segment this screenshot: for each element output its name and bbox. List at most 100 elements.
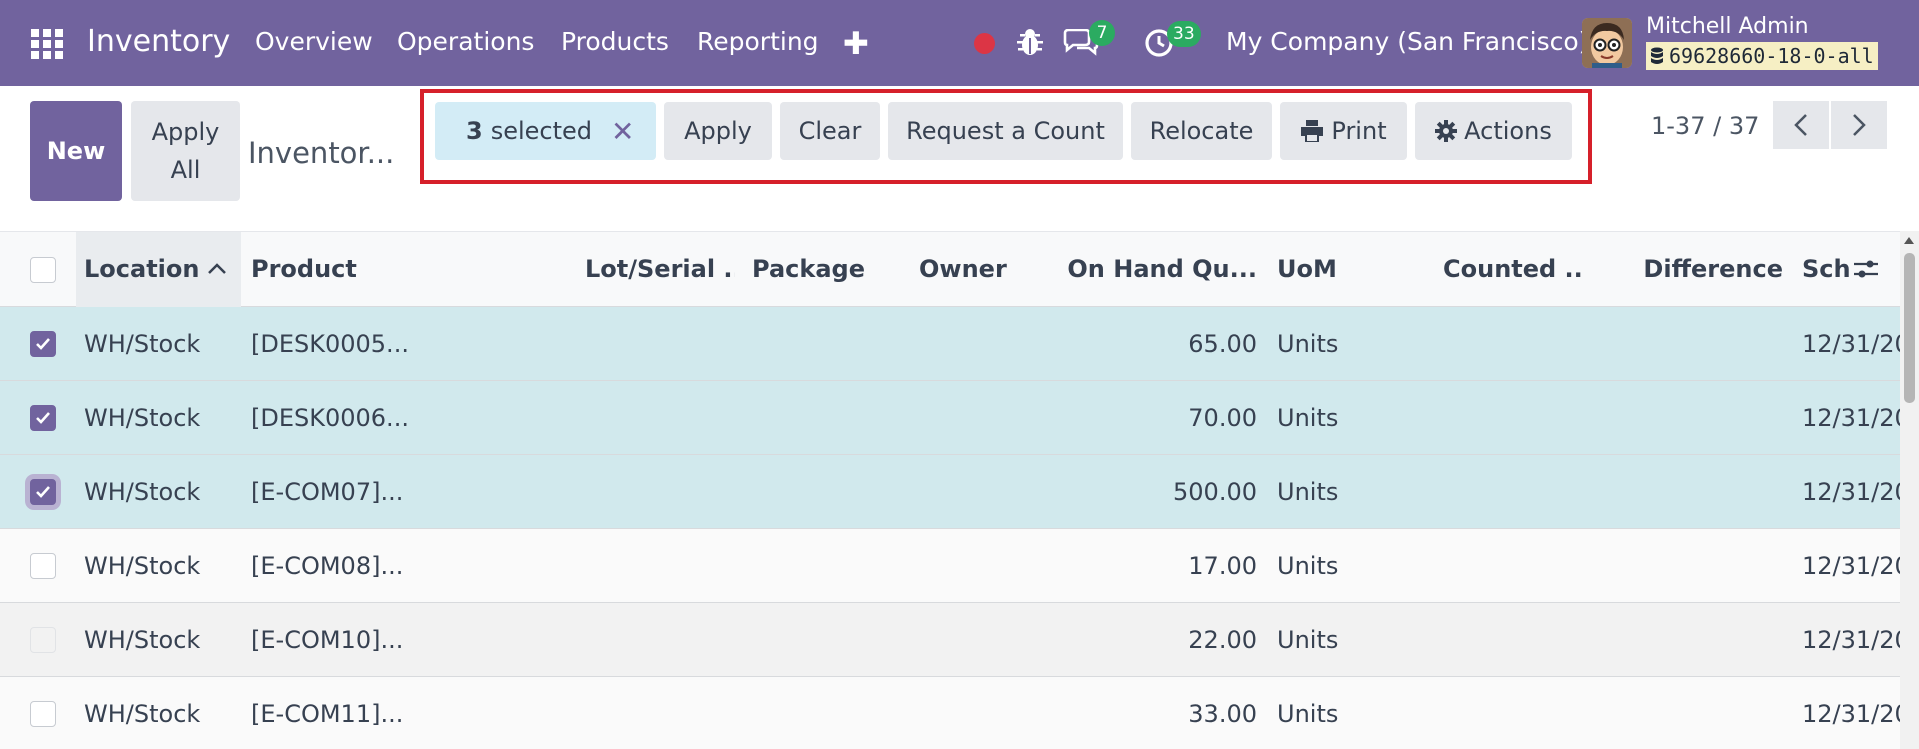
cell-location: WH/Stock — [84, 403, 201, 432]
select-all-checkbox[interactable] — [30, 257, 56, 283]
relocate-button[interactable]: Relocate — [1131, 102, 1272, 160]
printer-icon — [1301, 120, 1324, 142]
cell-scheduled: 12/31/20 — [1802, 477, 1900, 506]
column-owner[interactable]: Owner — [919, 232, 1019, 306]
column-scheduled-date[interactable]: Sch — [1802, 232, 1852, 306]
vertical-scrollbar[interactable] — [1900, 231, 1919, 749]
pager-previous-button[interactable] — [1773, 101, 1829, 149]
cell-scheduled: 12/31/20 — [1802, 699, 1900, 728]
menu-reporting[interactable]: Reporting — [697, 27, 819, 56]
cell-on-hand: 17.00 — [1188, 551, 1257, 580]
row-checkbox[interactable] — [30, 479, 56, 505]
column-on-hand-quantity[interactable]: On Hand Qu... — [1060, 232, 1257, 306]
apply-all-label-line2: All — [170, 156, 201, 184]
cell-on-hand: 70.00 — [1188, 403, 1257, 432]
app-brand[interactable]: Inventory — [87, 24, 230, 59]
column-product[interactable]: Product — [251, 232, 431, 306]
cell-scheduled: 12/31/20 — [1802, 551, 1900, 580]
cell-product: [E-COM10]... — [251, 625, 404, 654]
activities-badge[interactable]: 33 — [1167, 21, 1201, 47]
cell-location: WH/Stock — [84, 625, 201, 654]
menu-products[interactable]: Products — [561, 27, 669, 56]
cell-product: [DESK0006... — [251, 403, 409, 432]
scroll-up-arrow[interactable] — [1904, 237, 1914, 244]
table-row[interactable]: WH/Stock [DESK0006... 70.00 Units 12/31/… — [0, 381, 1900, 455]
request-count-button[interactable]: Request a Count — [888, 102, 1123, 160]
cell-location: WH/Stock — [84, 329, 201, 358]
cell-product: [DESK0005... — [251, 329, 409, 358]
company-switcher[interactable]: My Company (San Francisco) — [1226, 27, 1588, 56]
row-checkbox[interactable] — [30, 701, 56, 727]
cell-on-hand: 33.00 — [1188, 699, 1257, 728]
cell-scheduled: 12/31/20 — [1802, 329, 1900, 358]
database-tag: 69628660-18-0-all — [1646, 42, 1878, 70]
column-package[interactable]: Package — [752, 232, 872, 306]
chevron-left-icon — [1794, 114, 1807, 136]
selection-indicator: 3 selected ✕ — [435, 102, 656, 160]
pager-value[interactable]: 1-37 / 37 — [1651, 112, 1759, 140]
top-navbar: Inventory Overview Operations Products R… — [0, 0, 1919, 86]
sort-ascending-icon[interactable] — [207, 232, 231, 306]
cell-uom: Units — [1277, 699, 1339, 728]
clear-button[interactable]: Clear — [780, 102, 880, 160]
cell-location: WH/Stock — [84, 551, 201, 580]
selection-label: selected — [490, 117, 593, 145]
cell-product: [E-COM07]... — [251, 477, 404, 506]
pager-next-button[interactable] — [1831, 101, 1887, 149]
column-settings-icon[interactable] — [1852, 232, 1882, 306]
row-checkbox[interactable] — [30, 331, 56, 357]
print-label: Print — [1331, 117, 1387, 145]
apply-all-button[interactable]: Apply All — [131, 101, 240, 201]
record-icon[interactable] — [974, 33, 995, 54]
database-name: 69628660-18-0-all — [1669, 44, 1874, 68]
column-difference[interactable]: Difference — [1617, 232, 1783, 306]
apply-all-label-line1: Apply — [151, 118, 220, 146]
table-row[interactable]: WH/Stock [E-COM07]... 500.00 Units 12/31… — [0, 455, 1900, 529]
cell-scheduled: 12/31/20 — [1802, 403, 1900, 432]
print-button[interactable]: Print — [1280, 102, 1407, 160]
database-icon — [1651, 47, 1663, 64]
apps-grid-icon[interactable] — [31, 29, 63, 59]
menu-operations[interactable]: Operations — [397, 27, 534, 56]
apply-button[interactable]: Apply — [664, 102, 772, 160]
cell-uom: Units — [1277, 477, 1339, 506]
row-checkbox[interactable] — [30, 405, 56, 431]
menu-overview[interactable]: Overview — [255, 27, 373, 56]
table-row[interactable]: WH/Stock [DESK0005... 65.00 Units 12/31/… — [0, 307, 1900, 381]
cell-uom: Units — [1277, 625, 1339, 654]
actions-label: Actions — [1464, 117, 1552, 145]
table-row[interactable]: WH/Stock [E-COM08]... 17.00 Units 12/31/… — [0, 529, 1900, 603]
table-row[interactable]: WH/Stock [E-COM10]... 22.00 Units 12/31/… — [0, 603, 1900, 677]
avatar[interactable] — [1582, 18, 1632, 68]
cell-on-hand: 22.00 — [1188, 625, 1257, 654]
plus-icon[interactable]: ✚ — [843, 26, 869, 62]
row-checkbox[interactable] — [30, 553, 56, 579]
cell-on-hand: 500.00 — [1173, 477, 1257, 506]
new-button[interactable]: New — [30, 101, 122, 201]
cell-product: [E-COM11]... — [251, 699, 404, 728]
user-name[interactable]: Mitchell Admin — [1646, 14, 1809, 39]
cell-location: WH/Stock — [84, 699, 201, 728]
table-row[interactable]: WH/Stock [E-COM11]... 33.00 Units 12/31/… — [0, 677, 1900, 749]
row-checkbox[interactable] — [30, 627, 56, 653]
cell-uom: Units — [1277, 329, 1339, 358]
table-header: Location Product Lot/Serial ... Package … — [0, 231, 1900, 308]
column-uom[interactable]: UoM — [1277, 232, 1357, 306]
bug-icon[interactable] — [1017, 28, 1043, 56]
breadcrumb: Inventor... — [248, 136, 395, 170]
close-icon[interactable]: ✕ — [611, 115, 634, 148]
cell-uom: Units — [1277, 403, 1339, 432]
cell-product: [E-COM08]... — [251, 551, 404, 580]
column-lot-serial[interactable]: Lot/Serial ... — [585, 232, 735, 306]
gear-icon — [1435, 120, 1458, 142]
column-location[interactable]: Location — [84, 232, 204, 306]
actions-button[interactable]: Actions — [1415, 102, 1572, 160]
messages-badge[interactable]: 7 — [1089, 20, 1115, 46]
selection-count: 3 — [466, 117, 483, 145]
cell-scheduled: 12/31/20 — [1802, 625, 1900, 654]
column-counted-quantity[interactable]: Counted ... — [1443, 232, 1583, 306]
cell-uom: Units — [1277, 551, 1339, 580]
chevron-right-icon — [1853, 114, 1866, 136]
scrollbar-thumb[interactable] — [1904, 253, 1915, 403]
cell-location: WH/Stock — [84, 477, 201, 506]
